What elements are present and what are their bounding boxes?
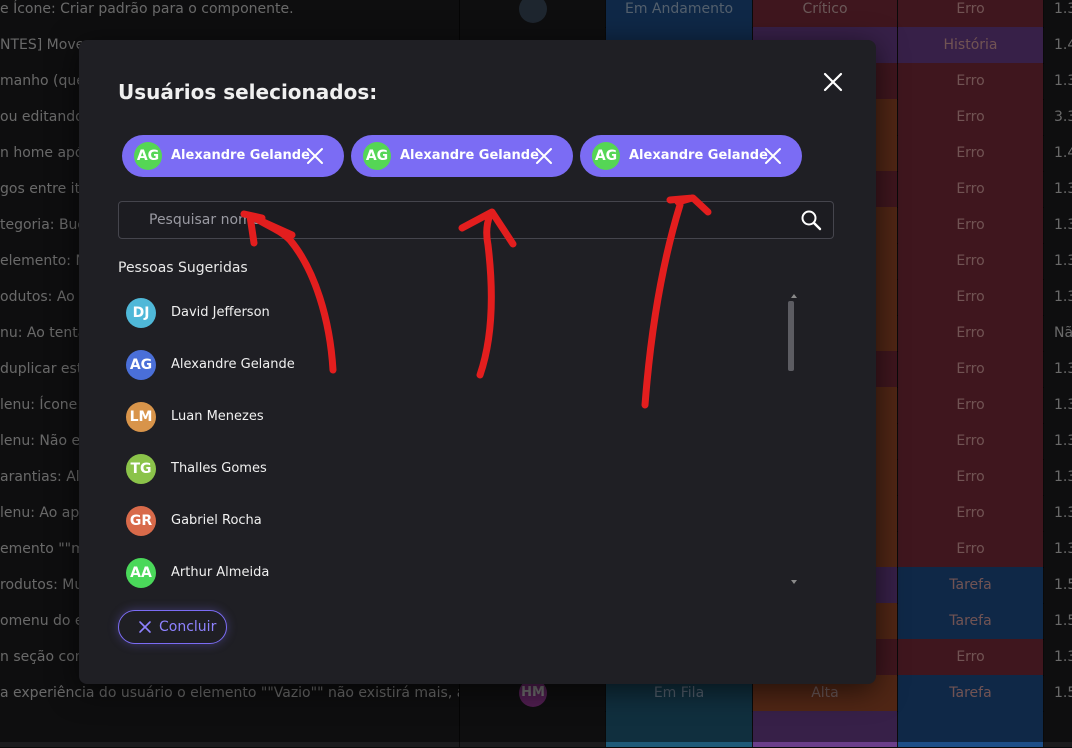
select-users-modal: Usuários selecionados: AG Alexandre Gela… (79, 40, 876, 684)
avatar: AG (126, 350, 156, 380)
list-item[interactable]: DJ David Jefferson (118, 288, 818, 336)
person-name: Gabriel Rocha (171, 513, 262, 528)
avatar: AG (363, 142, 391, 170)
done-button[interactable]: Concluir (118, 610, 227, 644)
person-name: Luan Menezes (171, 409, 264, 424)
suggested-people-heading: Pessoas Sugeridas (118, 260, 248, 276)
list-item[interactable]: AA Arthur Almeida (118, 548, 818, 596)
avatar: DJ (126, 298, 156, 328)
chip-user-name: Alexandre Gelande (629, 148, 768, 163)
search-input[interactable] (139, 202, 799, 238)
avatar: TG (126, 454, 156, 484)
list-item[interactable]: TG Thalles Gomes (118, 444, 818, 492)
remove-chip-icon[interactable] (763, 146, 783, 166)
selected-user-chip: AG Alexandre Gelande (122, 135, 344, 177)
avatar: GR (126, 506, 156, 536)
chip-user-name: Alexandre Gelande (171, 148, 310, 163)
avatar: AG (592, 142, 620, 170)
selected-user-chip: AG Alexandre Gelande (580, 135, 802, 177)
scroll-up-arrow[interactable] (791, 294, 797, 298)
avatar: AA (126, 558, 156, 588)
list-item[interactable]: AG Alexandre Gelande (118, 340, 818, 388)
person-name: Arthur Almeida (171, 565, 270, 580)
selected-user-chip: AG Alexandre Gelande (351, 135, 573, 177)
modal-title: Usuários selecionados: (118, 80, 378, 104)
done-button-label: Concluir (159, 619, 217, 635)
scrollbar-thumb[interactable] (788, 301, 794, 371)
close-icon[interactable] (821, 70, 845, 94)
remove-chip-icon[interactable] (534, 146, 554, 166)
scroll-down-arrow[interactable] (791, 580, 797, 584)
person-name: Alexandre Gelande (171, 357, 295, 372)
suggested-people-list: DJ David Jefferson AG Alexandre Gelande … (118, 288, 838, 588)
search-icon[interactable] (799, 208, 823, 232)
avatar: LM (126, 402, 156, 432)
person-name: Thalles Gomes (171, 461, 267, 476)
list-item[interactable]: GR Gabriel Rocha (118, 496, 818, 544)
chip-user-name: Alexandre Gelande (400, 148, 539, 163)
search-box (118, 201, 834, 239)
list-item[interactable]: LM Luan Menezes (118, 392, 818, 440)
avatar: AG (134, 142, 162, 170)
close-icon (138, 620, 152, 634)
person-name: David Jefferson (171, 305, 270, 320)
remove-chip-icon[interactable] (305, 146, 325, 166)
